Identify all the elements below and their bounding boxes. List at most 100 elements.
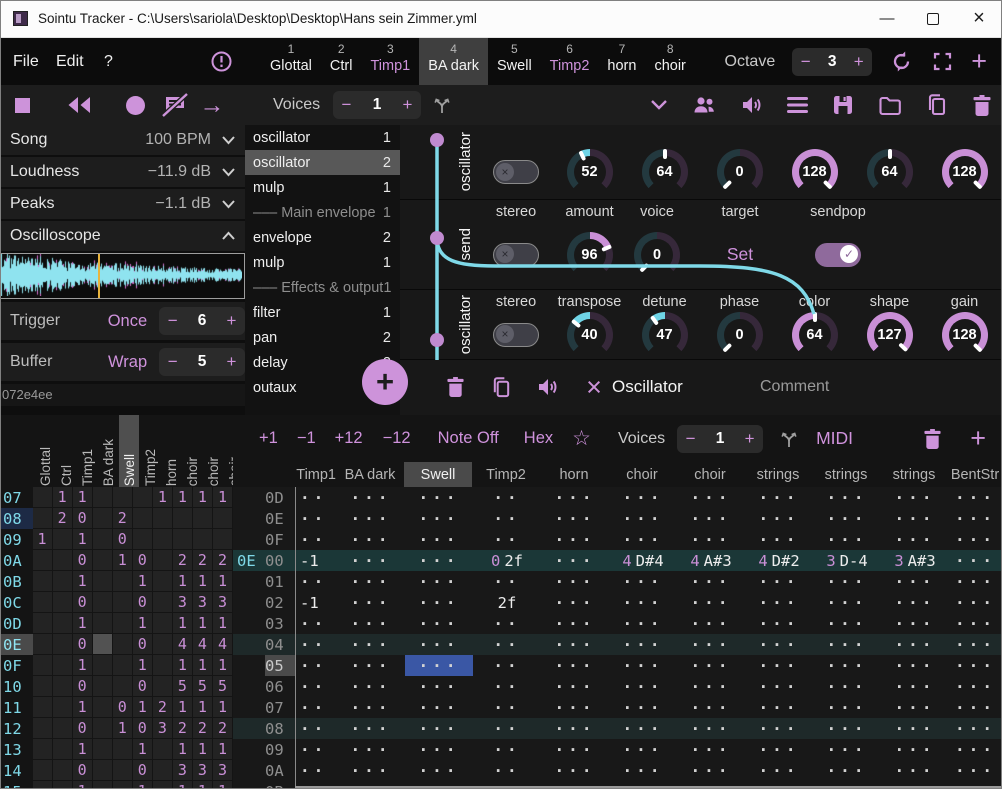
matrix-cell[interactable]: 1 <box>213 613 232 633</box>
open-folder-icon[interactable] <box>878 95 902 116</box>
pattern-cell[interactable]: ··· <box>745 739 813 760</box>
delete-icon[interactable] <box>972 94 992 117</box>
pattern-cell[interactable]: ··· <box>609 697 677 718</box>
matrix-cell[interactable] <box>153 571 172 591</box>
matrix-cell[interactable] <box>33 781 52 789</box>
matrix-cell[interactable] <box>33 760 52 780</box>
pattern-cell[interactable]: ··· <box>405 697 473 718</box>
matrix-cell[interactable] <box>113 655 132 675</box>
matrix-cell[interactable] <box>53 739 72 759</box>
pattern-cell[interactable]: ··· <box>881 676 949 697</box>
follow-off-button[interactable] <box>161 85 189 125</box>
matrix-cell[interactable]: 0 <box>73 634 92 654</box>
matrix-cell[interactable]: 2 <box>173 550 192 570</box>
track-header[interactable]: Timp1 <box>295 462 336 487</box>
pattern-cell[interactable]: ··· <box>881 571 949 592</box>
transpose-down-1-button[interactable]: −1 <box>297 429 316 448</box>
matrix-cell[interactable]: 1 <box>193 487 212 507</box>
pattern-cell[interactable]: ··· <box>677 634 745 655</box>
knob-gain[interactable]: 128 <box>942 312 988 358</box>
buffer-plus-button[interactable]: + <box>218 352 245 372</box>
pattern-cell[interactable]: ··· <box>949 655 1002 676</box>
matrix-cell[interactable] <box>93 571 112 591</box>
knob-transpose[interactable]: 40 <box>567 312 613 358</box>
pattern-cell[interactable]: 4A#3 <box>677 550 745 571</box>
unit-list-item[interactable]: pan2 <box>245 325 400 350</box>
hex-toggle[interactable]: Hex <box>524 429 553 448</box>
pattern-cell[interactable]: ··· <box>813 487 881 508</box>
matrix-cell[interactable]: 1 <box>73 487 92 507</box>
pattern-cell[interactable]: ·· <box>296 613 337 634</box>
tab-ba-dark[interactable]: 4BA dark <box>419 38 488 85</box>
matrix-cell[interactable]: 3 <box>213 592 232 612</box>
matrix-cell[interactable]: 4 <box>213 634 232 654</box>
split-voices-icon[interactable] <box>431 94 453 116</box>
matrix-cell[interactable]: 4 <box>173 634 192 654</box>
unit-list-item[interactable]: ––– Main envelope1 <box>245 200 400 225</box>
pattern-cell[interactable]: ··· <box>609 718 677 739</box>
pattern-cell[interactable]: ·· <box>296 697 337 718</box>
pattern-cell[interactable]: 3D-4 <box>813 550 881 571</box>
matrix-cell[interactable] <box>33 571 52 591</box>
pattern-cell[interactable]: ·· <box>473 676 541 697</box>
copy-unit-icon[interactable] <box>490 360 512 414</box>
buffer-mode-button[interactable]: Wrap <box>99 353 148 372</box>
pattern-cell[interactable]: ··· <box>337 592 405 613</box>
matrix-cell[interactable]: 1 <box>193 781 212 789</box>
matrix-cell[interactable]: 2 <box>193 718 212 738</box>
matrix-cell[interactable] <box>53 655 72 675</box>
midi-button[interactable]: MIDI <box>816 428 853 449</box>
matrix-cell[interactable]: 2 <box>213 718 232 738</box>
matrix-cell[interactable] <box>53 634 72 654</box>
matrix-cell[interactable] <box>93 718 112 738</box>
pattern-cell[interactable]: ··· <box>405 718 473 739</box>
pattern-cell[interactable]: ··· <box>337 718 405 739</box>
pattern-cell[interactable]: ·· <box>296 655 337 676</box>
pattern-cell[interactable]: ··· <box>337 529 405 550</box>
pattern-cell[interactable]: ··· <box>677 655 745 676</box>
matrix-cell[interactable] <box>33 634 52 654</box>
tab-swell[interactable]: 5Swell <box>488 38 541 85</box>
pattern-cell[interactable]: ··· <box>337 571 405 592</box>
trigger-plus-button[interactable]: + <box>218 311 245 331</box>
pattern-cell[interactable]: ·· <box>473 487 541 508</box>
matrix-cell[interactable]: 1 <box>213 781 232 789</box>
matrix-cell[interactable]: 3 <box>193 760 212 780</box>
matrix-cell[interactable] <box>153 613 172 633</box>
oscilloscope-row[interactable]: Oscilloscope <box>0 221 245 251</box>
split-track-icon[interactable] <box>778 428 800 450</box>
pattern-cell[interactable]: ··· <box>813 697 881 718</box>
maximize-button[interactable] <box>910 0 956 37</box>
matrix-cell[interactable]: 1 <box>173 487 192 507</box>
pattern-cell[interactable]: ··· <box>745 487 813 508</box>
pattern-cell[interactable]: ··· <box>541 655 609 676</box>
matrix-cell[interactable] <box>153 592 172 612</box>
matrix-cell[interactable]: 0 <box>73 760 92 780</box>
matrix-cell[interactable]: 5 <box>213 676 232 696</box>
pattern-cell[interactable]: ··· <box>337 739 405 760</box>
minimize-button[interactable]: — <box>864 0 910 37</box>
matrix-cell[interactable]: 1 <box>53 487 72 507</box>
matrix-cell[interactable] <box>213 529 232 549</box>
matrix-cell[interactable] <box>33 676 52 696</box>
matrix-cell[interactable] <box>53 592 72 612</box>
chevron-down-icon[interactable] <box>221 135 236 145</box>
tab-horn[interactable]: 7horn <box>598 38 645 85</box>
knob-shape[interactable]: 127 <box>867 312 913 358</box>
matrix-cell[interactable] <box>33 487 52 507</box>
matrix-cell[interactable] <box>153 550 172 570</box>
matrix-cell[interactable] <box>33 592 52 612</box>
matrix-cell[interactable]: 2 <box>173 718 192 738</box>
chevron-down-icon[interactable] <box>221 199 236 209</box>
matrix-cell[interactable] <box>33 718 52 738</box>
pattern-cell[interactable]: ··· <box>813 739 881 760</box>
matrix-cell[interactable] <box>93 676 112 696</box>
pattern-cell[interactable]: ·· <box>296 718 337 739</box>
matrix-cell[interactable] <box>53 697 72 717</box>
matrix-cell[interactable] <box>153 676 172 696</box>
matrix-cell[interactable]: 1 <box>73 655 92 675</box>
matrix-cell[interactable]: 0 <box>73 550 92 570</box>
pattern-cell[interactable]: ··· <box>745 718 813 739</box>
track-voices-minus-button[interactable]: − <box>677 429 704 449</box>
matrix-cell[interactable]: 3 <box>173 592 192 612</box>
